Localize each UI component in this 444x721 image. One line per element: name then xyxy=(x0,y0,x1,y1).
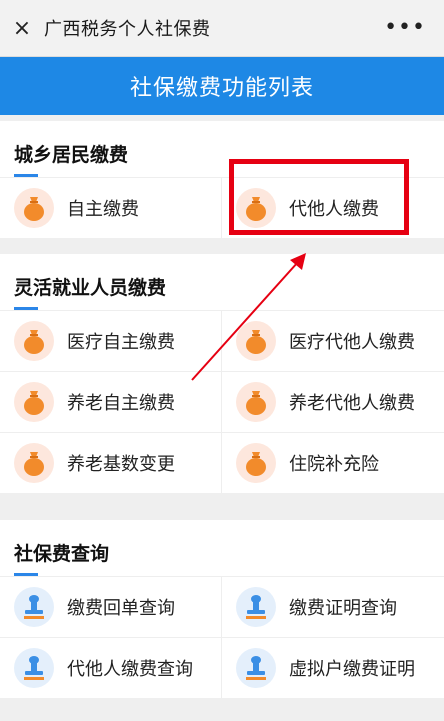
menu-item-label: 住院补充险 xyxy=(289,454,379,475)
money-bag-icon xyxy=(14,443,54,483)
menu-item-pay-for-others[interactable]: 代他人缴费 xyxy=(222,177,444,238)
menu-item-label: 医疗代他人缴费 xyxy=(289,332,415,353)
section-title-text: 社保费查询 xyxy=(14,543,110,565)
page-banner: 社保缴费功能列表 xyxy=(0,57,444,115)
menu-item-receipt-query[interactable]: 缴费回单查询 xyxy=(0,576,222,637)
more-options-icon[interactable]: ••• xyxy=(384,17,426,39)
stamp-icon xyxy=(236,648,276,688)
menu-item-label: 养老代他人缴费 xyxy=(289,393,415,414)
top-bar: × 广西税务个人社保费 ••• xyxy=(0,0,444,57)
menu-item-label: 医疗自主缴费 xyxy=(67,332,175,353)
stamp-icon xyxy=(236,587,276,627)
menu-item-hospital-supplementary-insurance[interactable]: 住院补充险 xyxy=(222,432,444,493)
menu-item-medical-pay-for-others[interactable]: 医疗代他人缴费 xyxy=(222,310,444,371)
menu-item-payment-certificate-query[interactable]: 缴费证明查询 xyxy=(222,576,444,637)
menu-item-label: 代他人缴费 xyxy=(289,199,379,220)
money-bag-icon xyxy=(236,321,276,361)
section-title-text: 城乡居民缴费 xyxy=(14,144,129,166)
banner-title: 社保缴费功能列表 xyxy=(129,76,314,101)
menu-item-medical-self-payment[interactable]: 医疗自主缴费 xyxy=(0,310,222,371)
menu-item-label: 自主缴费 xyxy=(67,199,139,220)
section-title: 城乡居民缴费 xyxy=(0,121,444,177)
menu-item-others-payment-query[interactable]: 代他人缴费查询 xyxy=(0,637,222,698)
money-bag-icon xyxy=(236,443,276,483)
stamp-icon xyxy=(14,587,54,627)
menu-item-pension-base-change[interactable]: 养老基数变更 xyxy=(0,432,222,493)
app-title: 广西税务个人社保费 xyxy=(44,19,211,40)
menu-item-label: 虚拟户缴费证明 xyxy=(289,659,415,680)
close-icon[interactable]: × xyxy=(0,0,44,57)
stamp-icon xyxy=(14,648,54,688)
money-bag-icon xyxy=(236,382,276,422)
money-bag-icon xyxy=(236,188,276,228)
money-bag-icon xyxy=(14,188,54,228)
menu-item-pension-self-payment[interactable]: 养老自主缴费 xyxy=(0,371,222,432)
menu-item-label: 缴费回单查询 xyxy=(67,598,175,619)
section-title-text: 灵活就业人员缴费 xyxy=(14,277,167,299)
section-urban-rural: 城乡居民缴费 自主缴费 代他人缴费 xyxy=(0,121,444,238)
menu-item-label: 代他人缴费查询 xyxy=(67,659,193,680)
menu-item-label: 养老基数变更 xyxy=(67,454,175,475)
section-flexible-employment: 灵活就业人员缴费 医疗自主缴费 医疗代他人缴费 养老自主缴费 养老代他人缴费 养… xyxy=(0,254,444,493)
menu-item-pension-pay-for-others[interactable]: 养老代他人缴费 xyxy=(222,371,444,432)
menu-item-label: 养老自主缴费 xyxy=(67,393,175,414)
menu-item-virtual-account-certificate[interactable]: 虚拟户缴费证明 xyxy=(222,637,444,698)
section-title: 灵活就业人员缴费 xyxy=(0,254,444,310)
money-bag-icon xyxy=(14,321,54,361)
section-fee-query: 社保费查询 缴费回单查询 缴费证明查询 代他人缴费查询 虚拟户缴费证明 xyxy=(0,520,444,698)
money-bag-icon xyxy=(14,382,54,422)
menu-item-self-payment[interactable]: 自主缴费 xyxy=(0,177,222,238)
menu-item-label: 缴费证明查询 xyxy=(289,598,397,619)
section-title: 社保费查询 xyxy=(0,520,444,576)
